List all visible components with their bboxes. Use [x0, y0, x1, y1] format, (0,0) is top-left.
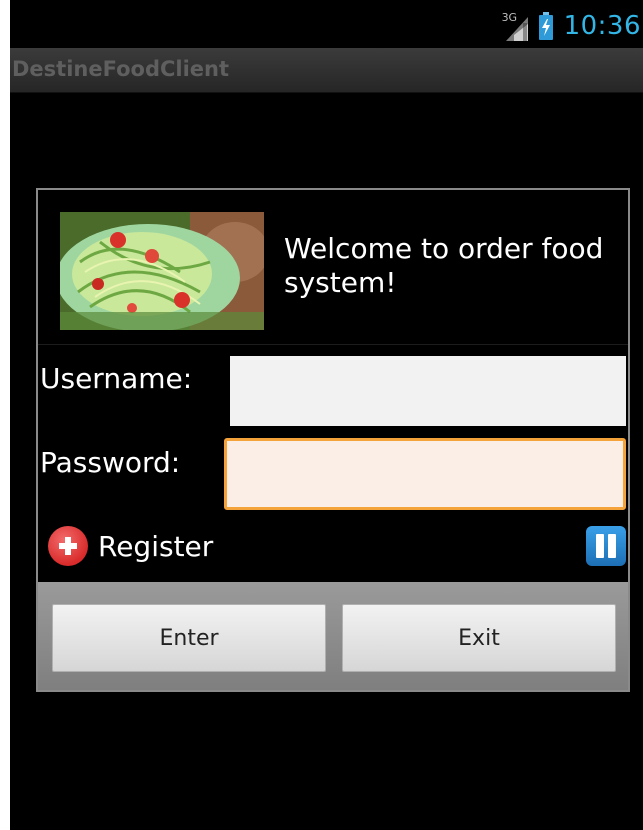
signal-icon: [505, 17, 528, 41]
action-bar: DestineFoodClient: [10, 48, 643, 93]
status-icons: 3G 10:36: [500, 8, 641, 44]
register-link[interactable]: Register: [48, 524, 213, 568]
phone-screen: 3G 10:36 DestineFoodClient Welcome to or…: [10, 0, 643, 830]
app-title: DestineFoodClient: [12, 57, 230, 81]
battery-charging-icon: [538, 12, 553, 40]
food-image: [60, 212, 264, 330]
login-dialog: Welcome to order food system! Username: …: [36, 188, 630, 692]
signal-indicator: 3G: [500, 11, 528, 41]
username-label: Username:: [40, 362, 193, 395]
exit-button[interactable]: Exit: [342, 604, 616, 672]
welcome-message: Welcome to order food system!: [284, 232, 604, 299]
button-bar: Enter Exit: [38, 582, 628, 690]
divider: [38, 344, 628, 345]
password-input[interactable]: [224, 438, 626, 510]
clock: 10:36: [563, 11, 641, 41]
register-label: Register: [98, 529, 214, 563]
password-label: Password:: [40, 446, 181, 479]
add-icon: [48, 526, 88, 566]
username-input[interactable]: [230, 356, 626, 426]
pause-icon[interactable]: [586, 526, 626, 566]
status-bar: 3G 10:36: [10, 0, 643, 48]
enter-button[interactable]: Enter: [52, 604, 326, 672]
food-illustration: [60, 212, 264, 330]
